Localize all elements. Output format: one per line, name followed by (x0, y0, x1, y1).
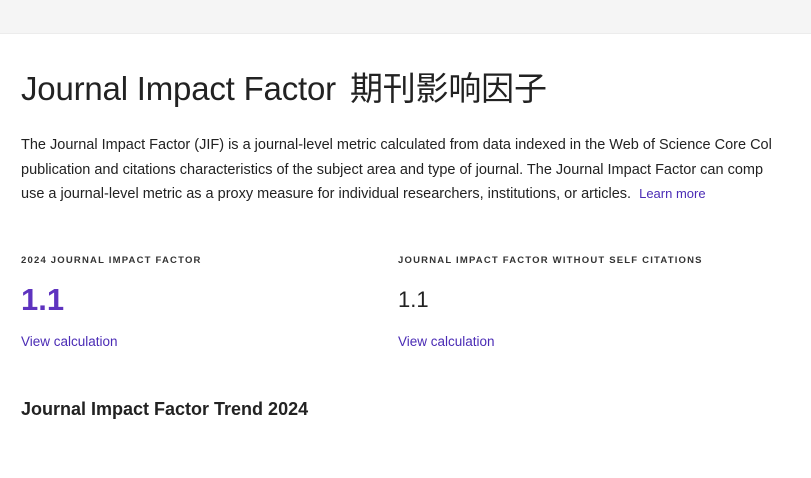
jif-value: 1.1 (21, 282, 65, 317)
top-bar (0, 0, 811, 34)
jif-description: The Journal Impact Factor (JIF) is a jou… (21, 133, 811, 207)
trend-chart-partial (50, 474, 84, 478)
page-title-cn: 期刊影响因子 (349, 70, 547, 107)
jif-label: 2024 JOURNAL IMPACT FACTOR (21, 255, 202, 266)
jif-without-self-citations-value: 1.1 (398, 287, 429, 312)
jif-view-calculation-link[interactable]: View calculation (21, 334, 118, 349)
description-line: publication and citations characteristic… (21, 161, 764, 178)
description-line: use a journal-level metric as a proxy me… (21, 182, 811, 207)
jif-without-self-citations-label: JOURNAL IMPACT FACTOR WITHOUT SELF CITAT… (398, 255, 703, 266)
description-line-text: use a journal-level metric as a proxy me… (21, 186, 632, 202)
page-title-en: Journal Impact Factor (21, 70, 336, 107)
learn-more-link[interactable]: Learn more (639, 186, 705, 201)
page-title: Journal Impact Factor 期刊影响因子 (21, 62, 547, 110)
trend-section-heading: Journal Impact Factor Trend 2024 (21, 399, 309, 419)
jif-without-self-citations-view-calculation-link[interactable]: View calculation (398, 334, 495, 349)
description-line: The Journal Impact Factor (JIF) is a jou… (21, 137, 772, 153)
